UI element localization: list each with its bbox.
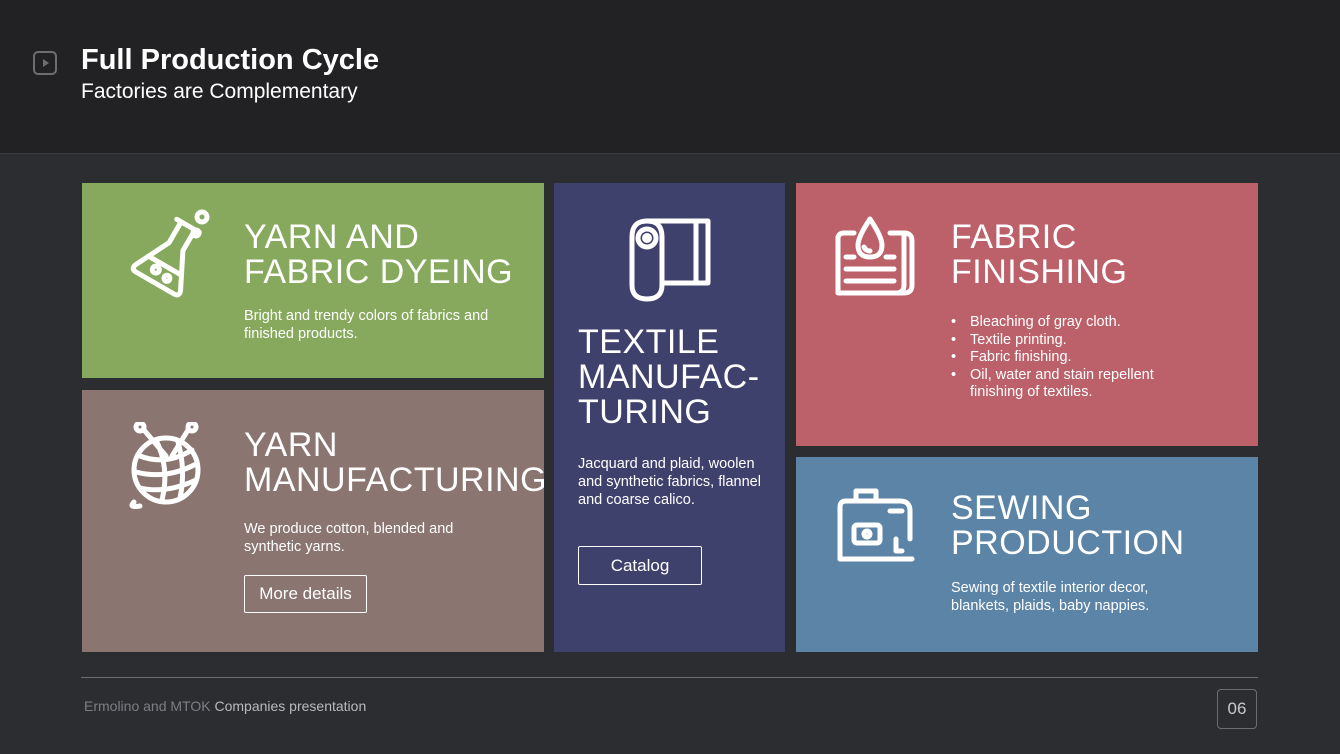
card-title-line: YARN AND (244, 218, 420, 256)
card-title-line: MANUFAC- (578, 358, 760, 396)
card-title-line: YARN (244, 426, 338, 464)
fabric-roll-icon (626, 217, 714, 303)
card-textile-manufacturing: TEXTILE MANUFAC- TURING Jacquard and pla… (554, 183, 785, 652)
card-title-line: MANUFACTURING (244, 461, 544, 499)
feature-list: Bleaching of gray cloth. Textile printin… (951, 314, 1181, 402)
footer-company: Ermolino and MTOK (84, 698, 211, 714)
list-item: Fabric finishing. (951, 349, 1181, 367)
footer-caption: Ermolino and MTOK Companies presentation (84, 698, 366, 715)
card-title-line: SEWING (951, 489, 1092, 527)
card-title: YARN AND FABRIC DYEING (244, 220, 513, 290)
card-sewing-production: SEWING PRODUCTION Sewing of textile inte… (796, 457, 1258, 652)
yarn-ball-icon (126, 422, 206, 510)
sewing-machine-icon (836, 487, 916, 565)
list-item: Oil, water and stain repellent finishing… (951, 367, 1181, 402)
play-icon[interactable] (33, 51, 57, 75)
footer-divider (81, 677, 1258, 678)
card-title-line: FINISHING (951, 253, 1128, 291)
page-title: Full Production Cycle (81, 44, 380, 76)
footer-label: Companies presentation (214, 698, 367, 714)
page-subtitle: Factories are Complementary (81, 80, 358, 103)
catalog-button[interactable]: Catalog (578, 546, 702, 585)
card-title-line: TEXTILE (578, 323, 720, 361)
card-title-line: PRODUCTION (951, 524, 1185, 562)
page-number: 06 (1217, 689, 1257, 729)
card-title: SEWING PRODUCTION (951, 491, 1185, 561)
card-description: Jacquard and plaid, woolen and synthetic… (578, 456, 761, 508)
card-description: We produce cotton, blended and synthetic… (244, 521, 454, 555)
card-title-line: FABRIC (951, 218, 1077, 256)
list-item: Bleaching of gray cloth. (951, 314, 1181, 332)
card-title-line: FABRIC DYEING (244, 253, 514, 291)
list-item: Textile printing. (951, 332, 1181, 350)
card-fabric-finishing: FABRIC FINISHING Bleaching of gray cloth… (796, 183, 1258, 446)
card-description: Sewing of textile interior decor, blanke… (951, 580, 1150, 614)
slide-header: Full Production Cycle Factories are Comp… (0, 0, 1340, 154)
flask-icon (124, 207, 216, 299)
card-yarn-fabric-dyeing: YARN AND FABRIC DYEING Bright and trendy… (82, 183, 544, 378)
card-description: Bright and trendy colors of fabrics and … (244, 308, 489, 342)
card-yarn-manufacturing: YARN MANUFACTURING We produce cotton, bl… (82, 390, 544, 652)
card-title: YARN MANUFACTURING (244, 428, 544, 498)
card-title-line: TURING (578, 393, 712, 431)
dye-drop-icon (834, 215, 918, 299)
more-details-button[interactable]: More details (244, 575, 367, 613)
card-title: FABRIC FINISHING (951, 220, 1127, 290)
card-title: TEXTILE MANUFAC- TURING (578, 325, 760, 430)
